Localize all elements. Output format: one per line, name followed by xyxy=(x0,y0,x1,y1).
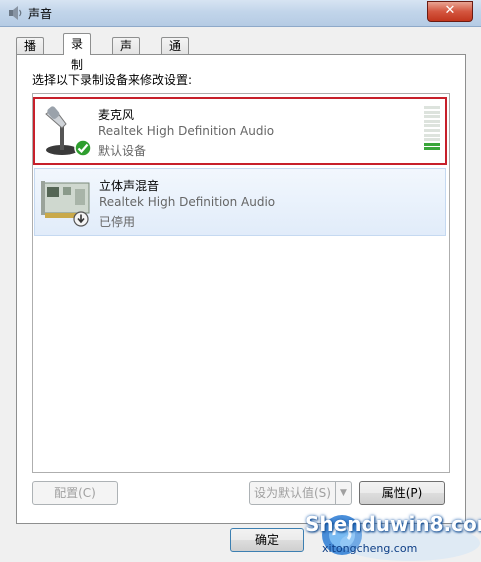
instruction-text: 选择以下录制设备来修改设置: xyxy=(32,73,193,87)
level-meter-segment xyxy=(424,124,440,128)
device-item-microphone[interactable]: 麦克风 Realtek High Definition Audio 默认设备 xyxy=(33,97,447,165)
chevron-down-icon: ▼ xyxy=(340,488,347,498)
configure-button[interactable]: 配置(C) xyxy=(32,481,118,505)
level-meter-segment xyxy=(424,133,440,137)
device-item-stereo-mix[interactable]: 立体声混音 Realtek High Definition Audio 已停用 xyxy=(34,168,446,236)
device-list[interactable]: 麦克风 Realtek High Definition Audio 默认设备 立… xyxy=(32,93,450,473)
close-button[interactable]: ✕ xyxy=(427,1,473,22)
tab-sounds[interactable]: 声音 xyxy=(112,37,141,70)
tab-communications[interactable]: 通信 xyxy=(161,37,190,70)
level-meter-segment xyxy=(424,106,440,109)
watermark-subtext: xitongcheng.com xyxy=(322,542,418,555)
level-meter xyxy=(424,106,440,152)
level-meter-segment xyxy=(424,142,440,146)
close-icon: ✕ xyxy=(444,3,456,18)
device-name: 麦克风 xyxy=(98,108,135,122)
tab-playback[interactable]: 播放 xyxy=(16,37,45,70)
level-meter-segment xyxy=(424,115,440,119)
recording-panel: 选择以下录制设备来修改设置: 麦克风 Realtek High Definiti… xyxy=(16,54,466,524)
ok-button[interactable]: 确定 xyxy=(230,528,304,552)
speaker-icon xyxy=(9,6,22,20)
default-check-icon xyxy=(74,139,92,157)
disabled-arrow-icon xyxy=(73,211,89,227)
watermark-text: Shenduwin8.com xyxy=(305,512,481,536)
level-meter-segment xyxy=(424,147,440,151)
device-status: 已停用 xyxy=(99,215,136,229)
device-name: 立体声混音 xyxy=(99,179,160,193)
title-bar[interactable]: 声音 ✕ xyxy=(0,0,481,27)
properties-button[interactable]: 属性(P) xyxy=(359,481,445,505)
level-meter-segment xyxy=(424,138,440,142)
device-driver: Realtek High Definition Audio xyxy=(99,195,276,209)
device-driver: Realtek High Definition Audio xyxy=(98,124,275,138)
tab-recording[interactable]: 录制 xyxy=(63,33,92,72)
level-meter-segment xyxy=(424,119,440,123)
set-default-button[interactable]: 设为默认值(S) xyxy=(249,481,336,505)
level-meter-segment xyxy=(424,129,440,132)
device-status: 默认设备 xyxy=(98,144,147,158)
window-title: 声音 xyxy=(28,7,53,21)
level-meter-segment xyxy=(424,110,440,114)
set-default-dropdown[interactable]: ▼ xyxy=(335,481,352,505)
